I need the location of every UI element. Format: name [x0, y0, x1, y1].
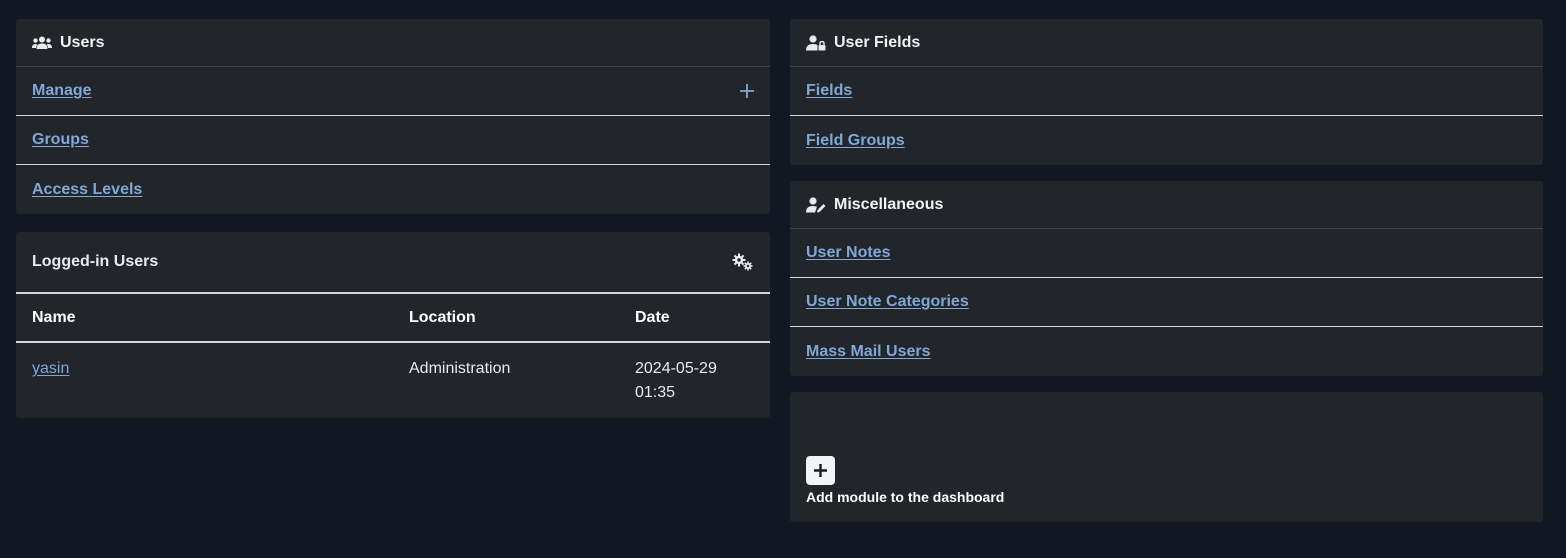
list-item-field-groups: Field Groups: [790, 116, 1543, 165]
add-module-button[interactable]: [806, 456, 835, 485]
logged-in-users-panel: Logged-in Users Name Location Date yasin…: [16, 232, 770, 418]
add-module-panel: Add module to the dashboard: [790, 392, 1543, 522]
column-location: Location: [393, 294, 619, 343]
user-edit-icon: [806, 196, 826, 213]
user-link-yasin[interactable]: yasin: [32, 360, 69, 377]
date-text: 2024-05-29: [635, 360, 717, 377]
manage-link[interactable]: Manage: [32, 82, 92, 100]
logged-in-users-table: Name Location Date yasin Administration …: [16, 294, 770, 418]
access-levels-link[interactable]: Access Levels: [32, 181, 142, 199]
user-fields-panel-title: User Fields: [834, 33, 921, 51]
user-lock-icon: [806, 34, 826, 51]
add-user-button[interactable]: [740, 84, 754, 98]
list-item-access-levels: Access Levels: [16, 165, 770, 214]
list-item-mass-mail-users: Mass Mail Users: [790, 327, 1543, 376]
user-notes-link[interactable]: User Notes: [806, 244, 890, 262]
users-panel-title: Users: [60, 33, 105, 51]
users-panel-header: Users: [16, 19, 770, 67]
module-settings-button[interactable]: [732, 253, 754, 271]
mass-mail-users-link[interactable]: Mass Mail Users: [806, 343, 931, 361]
user-note-categories-link[interactable]: User Note Categories: [806, 293, 969, 311]
plus-icon: [740, 84, 754, 98]
cell-date: 2024-05-29 01:35: [619, 342, 770, 418]
column-date: Date: [619, 294, 770, 343]
list-item-fields: Fields: [790, 67, 1543, 116]
field-groups-link[interactable]: Field Groups: [806, 132, 905, 150]
time-text: 01:35: [635, 384, 676, 401]
user-fields-panel-header: User Fields: [790, 19, 1543, 67]
fields-link[interactable]: Fields: [806, 82, 852, 100]
user-fields-panel: User Fields Fields Field Groups: [790, 19, 1543, 165]
logged-in-users-header: Logged-in Users: [16, 232, 770, 294]
cell-name: yasin: [16, 342, 393, 418]
table-header-row: Name Location Date: [16, 294, 770, 343]
list-item-groups: Groups: [16, 116, 770, 165]
miscellaneous-panel-header: Miscellaneous: [790, 181, 1543, 229]
users-panel: Users Manage Groups Access Levels: [16, 19, 770, 214]
left-column: Users Manage Groups Access Levels Logged…: [16, 19, 770, 436]
cell-location: Administration: [409, 360, 511, 377]
groups-link[interactable]: Groups: [32, 131, 89, 149]
logged-in-users-title: Logged-in Users: [32, 253, 159, 270]
users-icon: [32, 35, 52, 51]
list-item-manage: Manage: [16, 67, 770, 116]
list-item-user-notes: User Notes: [790, 229, 1543, 278]
table-row: yasin Administration 2024-05-29 01:35: [16, 342, 770, 418]
cogs-icon: [732, 253, 753, 271]
add-module-label[interactable]: Add module to the dashboard: [806, 489, 1004, 505]
miscellaneous-panel: Miscellaneous User Notes User Note Categ…: [790, 181, 1543, 376]
plus-icon: [814, 464, 827, 477]
miscellaneous-panel-title: Miscellaneous: [834, 195, 944, 213]
column-name: Name: [16, 294, 393, 343]
right-column: User Fields Fields Field Groups Miscella…: [790, 19, 1543, 540]
list-item-user-note-categories: User Note Categories: [790, 278, 1543, 327]
